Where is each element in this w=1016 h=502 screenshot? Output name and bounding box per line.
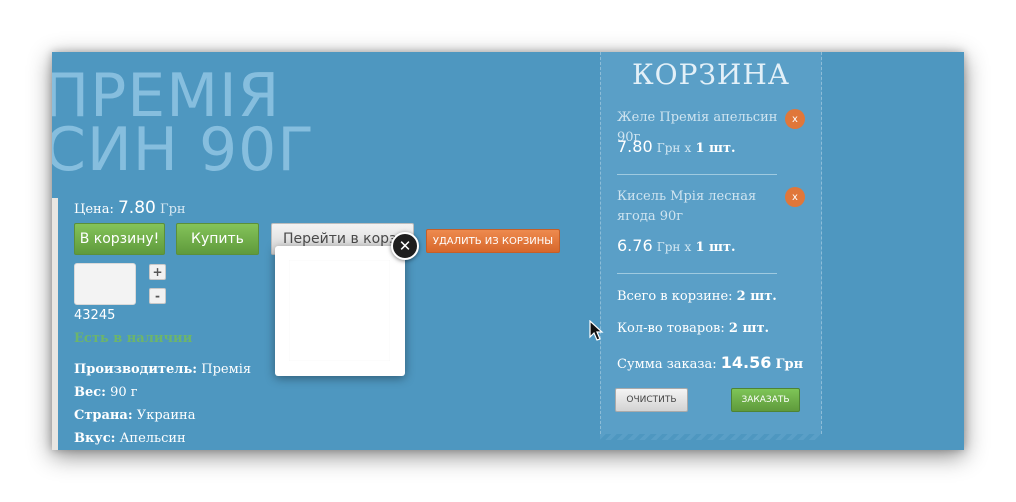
cart-divider [617,174,777,175]
image-popup [275,246,405,376]
page-viewport: ПРЕМІЯ СИН 90Г Цена: 7.80 Грн В корзину!… [52,52,964,450]
attr-weight: Вес: 90 г [74,385,138,400]
attr-country: Страна: Украина [74,408,195,423]
cart-title: КОРЗИНА [632,58,790,91]
product-sku: 43245 [74,308,116,323]
left-edge-strip [52,198,58,450]
cart-panel: КОРЗИНА Желе Премія апельсин 90г x 7.80 … [600,52,822,434]
attr-manufacturer: Производитель: Премія [74,362,251,377]
attr-label: Вес: [74,385,106,400]
items-count-label: Кол-во товаров: [617,321,725,336]
total-in-cart-label: Всего в корзине: [617,289,733,304]
remove-from-cart-button[interactable]: УДАЛИТЬ ИЗ КОРЗИНЫ [426,229,560,253]
mouse-cursor-icon [589,320,604,341]
popup-image [289,260,390,361]
cart-item-price: 6.76 Грн x 1 шт. [617,236,736,255]
stock-status: Есть в наличии [74,331,193,346]
total-in-cart-value: 2 шт. [736,289,777,304]
clear-cart-button[interactable]: ОЧИСТИТЬ [615,388,688,412]
order-sum-label: Сумма заказа: [617,357,717,372]
cart-item-price-value: 6.76 [617,236,653,255]
price-line: Цена: 7.80 Грн [74,198,186,218]
cart-item-price: 7.80 Грн x 1 шт. [617,137,736,156]
attr-label: Вкус: [74,431,116,446]
cart-item-currency: Грн [656,141,681,155]
cart-order-sum: Сумма заказа: 14.56 Грн [617,353,803,372]
cart-item-qty: 1 шт. [695,240,736,255]
product-title-line-2: СИН 90Г [52,115,315,185]
cart-items-count: Кол-во товаров: 2 шт. [617,321,769,336]
cart-item-delete-button[interactable]: x [785,109,805,129]
buy-button[interactable]: Купить [176,223,259,255]
quantity-input[interactable] [74,263,136,305]
attr-flavor: Вкус: Апельсин [74,431,186,446]
cart-panel-bottom-edge [600,434,820,440]
cart-item-name: Кисель Мрія лесная ягода 90г [617,189,757,224]
price-value: 7.80 [117,198,156,218]
cart-item-times: x [684,240,692,254]
attr-value: Премія [201,362,252,377]
cart-divider [617,273,777,274]
qty-plus-button[interactable]: + [149,264,166,280]
order-sum-currency: Грн [775,357,804,372]
attr-label: Производитель: [74,362,198,377]
order-button[interactable]: ЗАКАЗАТЬ [731,388,800,412]
items-count-value: 2 шт. [728,321,770,336]
order-sum-value: 14.56 [720,353,772,372]
add-to-cart-button[interactable]: В корзину! [74,223,165,255]
price-currency: Грн [159,202,186,217]
attr-label: Страна: [74,408,133,423]
cart-total-in-cart: Всего в корзине: 2 шт. [617,289,777,304]
cart-item-currency: Грн [656,240,681,254]
attr-value: Украина [136,408,196,423]
close-icon[interactable]: ✕ [391,232,419,260]
price-label: Цена: [74,202,114,217]
cart-item-delete-button[interactable]: x [785,187,805,207]
attr-value: Апельсин [119,431,186,446]
cart-item-price-value: 7.80 [617,137,653,156]
qty-minus-button[interactable]: - [149,288,166,304]
attr-value: 90 г [110,385,138,400]
cart-item-qty: 1 шт. [695,141,736,156]
cart-item-times: x [684,141,692,155]
